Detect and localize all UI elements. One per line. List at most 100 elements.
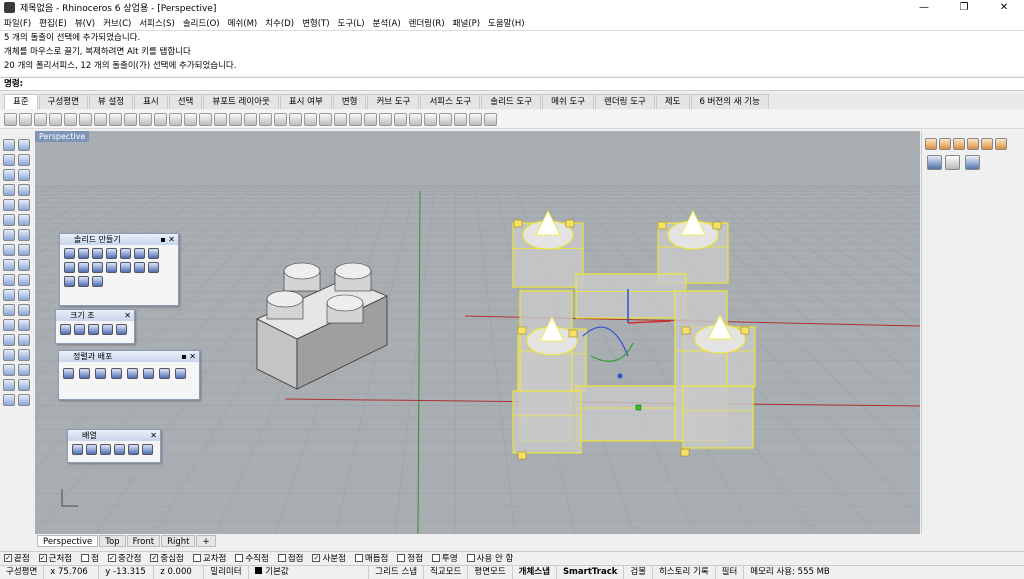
rotate-icon[interactable] — [18, 334, 30, 346]
tab-surface-tools[interactable]: 서피스 도구 — [420, 94, 481, 109]
arc-icon[interactable] — [18, 169, 30, 181]
osnap-option[interactable]: 접점 — [277, 552, 303, 564]
align-left-icon[interactable] — [79, 368, 90, 379]
osnap-option[interactable]: 투영 — [432, 552, 458, 564]
analyze-icon[interactable] — [3, 379, 15, 391]
pan-icon[interactable] — [139, 112, 152, 126]
tube-icon[interactable] — [148, 248, 159, 259]
osnap-checkbox[interactable] — [277, 554, 286, 562]
undo-view-icon[interactable] — [229, 112, 242, 126]
toggle-filter[interactable]: 필터 — [716, 565, 745, 579]
array-linear-icon[interactable] — [142, 444, 153, 455]
toggle-grid-snap[interactable]: 그리드 스냅 — [369, 565, 425, 579]
align-bottom-icon[interactable] — [63, 368, 74, 379]
command-history[interactable]: 5 개의 돌출이 선택에 추가되었습니다. 개체를 마우스로 끌기, 복제하려면… — [0, 30, 1024, 76]
cplane-status[interactable]: 구성평면 — [0, 565, 45, 579]
cylinder-icon[interactable] — [134, 248, 145, 259]
osnap-option[interactable]: 정점 — [397, 552, 423, 564]
tab-set-view[interactable]: 뷰 설정 — [88, 94, 134, 109]
copy-icon[interactable] — [94, 112, 107, 126]
sphere-icon[interactable] — [78, 248, 89, 259]
osnap-checkbox[interactable] — [81, 554, 90, 562]
maximize-button[interactable]: ❐ — [944, 0, 984, 15]
menu-solid[interactable]: 솔리드(O) — [183, 17, 220, 29]
tab-cplanes[interactable]: 구성평면 — [38, 94, 88, 109]
rectangle-icon[interactable] — [18, 184, 30, 196]
join-icon[interactable] — [3, 304, 15, 316]
osnap-checkbox[interactable]: ✓ — [150, 554, 159, 562]
osnap-checkbox[interactable] — [235, 554, 244, 562]
osnap-checkbox[interactable]: ✓ — [312, 554, 321, 562]
toggle-planar[interactable]: 평면모드 — [468, 565, 513, 579]
loft-icon[interactable] — [18, 229, 30, 241]
render-tool-icon[interactable] — [18, 394, 30, 406]
panel-close-icon[interactable]: ✕ — [124, 310, 131, 321]
shaded-icon[interactable] — [409, 112, 422, 126]
scale-1d-icon[interactable] — [88, 324, 99, 335]
polygon-icon[interactable] — [3, 199, 15, 211]
undo-icon[interactable] — [124, 112, 137, 126]
menu-dimension[interactable]: 치수(D) — [265, 17, 294, 29]
boolean-union-icon[interactable] — [3, 274, 15, 286]
osnap-option[interactable]: ✓ 사분점 — [312, 552, 346, 564]
polar-array-icon[interactable] — [86, 444, 97, 455]
copy-object-icon[interactable] — [3, 334, 15, 346]
osnap-checkbox[interactable] — [354, 554, 363, 562]
sphere-solid-icon[interactable] — [18, 259, 30, 271]
osnap-checkbox[interactable]: ✓ — [4, 554, 12, 562]
materials-panel-icon[interactable] — [981, 138, 993, 150]
tab-curve-tools[interactable]: 커브 도구 — [367, 94, 420, 109]
osnap-option[interactable]: 교차점 — [192, 552, 226, 564]
toggle-osnap[interactable]: 개체스냅 — [513, 565, 557, 579]
text-icon[interactable] — [3, 364, 15, 376]
cut-icon[interactable] — [79, 112, 92, 126]
osnap-option[interactable]: ✓ 중간점 — [107, 552, 141, 564]
paste-icon[interactable] — [109, 112, 122, 126]
osnap-option[interactable]: 매듭점 — [354, 552, 388, 564]
viewport-title[interactable]: Perspective — [35, 131, 90, 142]
move-icon[interactable] — [18, 319, 30, 331]
tab-standard[interactable]: 표준 — [4, 94, 38, 109]
circle-icon[interactable] — [3, 169, 15, 181]
ellipsoid-icon[interactable] — [92, 248, 103, 259]
tab-front[interactable]: Front — [126, 535, 161, 547]
tab-mesh-tools[interactable]: 메쉬 도구 — [542, 94, 595, 109]
rotate-view-icon[interactable] — [154, 112, 167, 126]
zoom-selected-icon[interactable] — [214, 112, 227, 126]
scale-toolbar-panel[interactable]: 크기 조 ✕ — [55, 309, 135, 344]
osnap-checkbox[interactable] — [192, 554, 201, 562]
wireframe-icon[interactable] — [394, 112, 407, 126]
trim-icon[interactable] — [18, 304, 30, 316]
cone-icon[interactable] — [120, 248, 131, 259]
object-props-icon[interactable] — [965, 155, 980, 170]
tab-visibility[interactable]: 표시 여부 — [279, 94, 332, 109]
zebra-icon[interactable] — [18, 379, 30, 391]
scale-by-plane-icon[interactable] — [116, 324, 127, 335]
minimize-button[interactable]: — — [904, 0, 944, 15]
ellipse-icon[interactable] — [3, 184, 15, 196]
align-toolbar-panel[interactable]: 정렬과 배포 ▪ ✕ — [58, 350, 200, 400]
solid-toolbar-panel[interactable]: 솔리드 만들기 ▪ ✕ — [59, 233, 179, 306]
toggle-history[interactable]: 히스토리 기록 — [653, 565, 716, 579]
save-icon[interactable] — [34, 112, 47, 126]
scale-nonuniform-icon[interactable] — [102, 324, 113, 335]
options-icon[interactable] — [469, 112, 482, 126]
show-objects-icon[interactable] — [319, 112, 332, 126]
layer-status[interactable]: 기본값 — [249, 565, 370, 579]
line-icon[interactable] — [18, 154, 30, 166]
extrude-curve-icon[interactable] — [3, 244, 15, 256]
curve-icon[interactable] — [18, 199, 30, 211]
distribute-icon[interactable] — [175, 368, 186, 379]
pyramid-icon[interactable] — [64, 262, 75, 273]
osnap-option[interactable]: ✓ 중심점 — [150, 552, 184, 564]
osnap-option[interactable]: ✓ 끝점 — [4, 552, 30, 564]
open-file-icon[interactable] — [19, 112, 32, 126]
panel-close-icon[interactable]: ✕ — [150, 430, 157, 441]
viewport-props-icon[interactable] — [945, 155, 960, 170]
menu-help[interactable]: 도움말(H) — [488, 17, 524, 29]
menu-edit[interactable]: 편집(E) — [39, 17, 67, 29]
cap-icon[interactable] — [78, 276, 89, 287]
tab-transform[interactable]: 변형 — [332, 94, 367, 109]
explode-icon[interactable] — [18, 289, 30, 301]
panel-close-icon[interactable]: ▪ ✕ — [181, 351, 196, 362]
